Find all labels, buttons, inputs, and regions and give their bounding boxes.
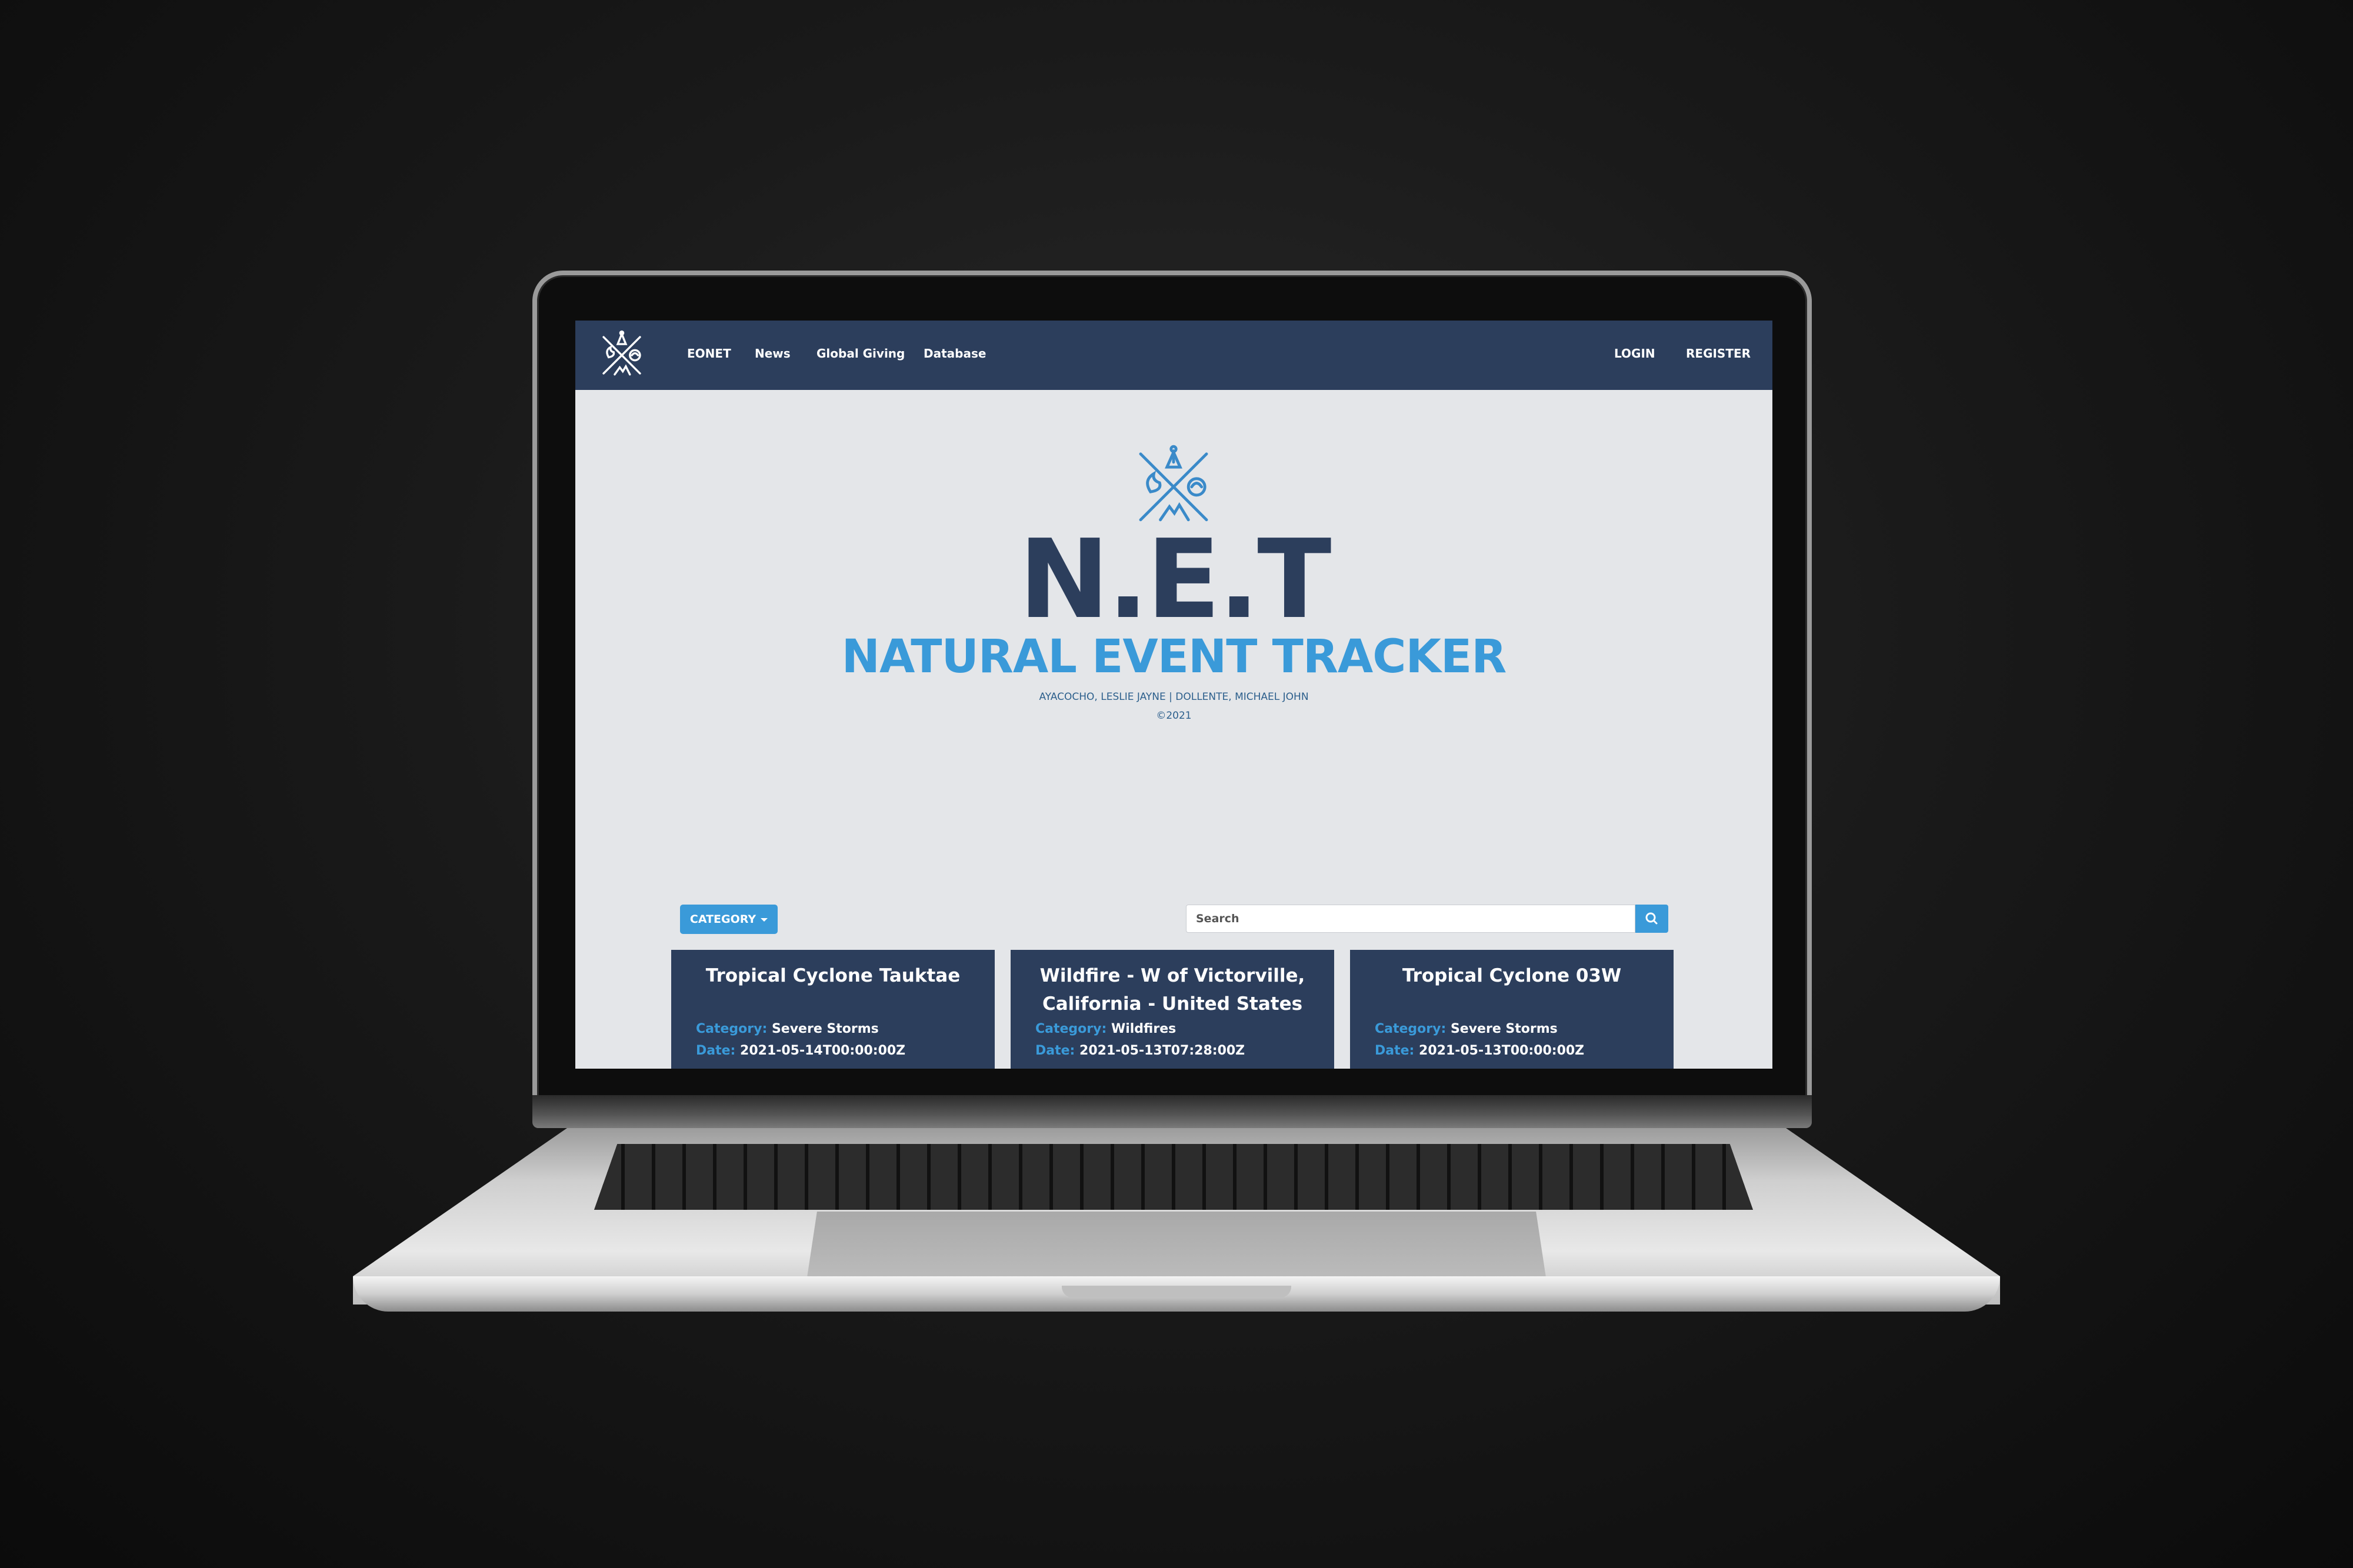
search-button[interactable]: [1635, 905, 1668, 933]
hero-title: N.E.T: [1018, 516, 1332, 643]
navbar: EONET News Global Giving Database LOGIN …: [575, 321, 1772, 390]
nav-link-eonet[interactable]: EONET: [687, 346, 731, 361]
event-card[interactable]: Tropical Cyclone Tauktae Category: Sever…: [671, 950, 995, 1069]
hero-subtitle: NATURAL EVENT TRACKER: [841, 630, 1507, 683]
event-card-date: Date: 2021-05-13T00:00:00Z: [1375, 1043, 1585, 1058]
net-emblem-icon[interactable]: [596, 330, 647, 381]
event-card-title: Tropical Cyclone Tauktae: [705, 965, 961, 986]
browser-viewport: EONET News Global Giving Database LOGIN …: [575, 321, 1772, 1069]
category-label: CATEGORY: [689, 913, 756, 926]
event-card-category: Category: Severe Storms: [696, 1022, 879, 1036]
login-link[interactable]: LOGIN: [1614, 346, 1655, 361]
photo-background: EONET News Global Giving Database LOGIN …: [0, 0, 2353, 1568]
category-dropdown-button[interactable]: CATEGORY: [680, 905, 778, 934]
search-input[interactable]: [1186, 905, 1635, 933]
register-link[interactable]: REGISTER: [1686, 346, 1751, 361]
nav-link-news[interactable]: News: [755, 346, 791, 361]
nav-link-database[interactable]: Database: [924, 346, 986, 361]
event-card-category: Category: Severe Storms: [1375, 1022, 1558, 1036]
net-emblem-icon: [1139, 445, 1208, 522]
laptop-notch: [1062, 1286, 1291, 1297]
event-card[interactable]: Wildfire - W of Victorville, California …: [1011, 950, 1334, 1069]
laptop-hinge: [532, 1095, 1812, 1128]
event-card-date: Date: 2021-05-13T07:28:00Z: [1035, 1043, 1245, 1058]
event-card-date: Date: 2021-05-14T00:00:00Z: [696, 1043, 906, 1058]
event-card-title: Wildfire - W of Victorville, California …: [1039, 965, 1305, 1015]
nav-link-global-giving[interactable]: Global Giving: [816, 346, 905, 361]
caret-down-icon: [761, 918, 768, 922]
hero-copyright: ©2021: [1156, 710, 1192, 722]
search-icon: [1645, 912, 1658, 925]
laptop-keyboard: [594, 1144, 1753, 1210]
event-card-title: Tropical Cyclone 03W: [1402, 965, 1622, 986]
event-card-category: Category: Wildfires: [1035, 1022, 1176, 1036]
event-card[interactable]: Tropical Cyclone 03W Category: Severe St…: [1350, 950, 1674, 1069]
laptop-trackpad: [806, 1212, 1547, 1285]
hero-authors: AYACOCHO, LESLIE JAYNE | DOLLENTE, MICHA…: [1039, 691, 1309, 703]
